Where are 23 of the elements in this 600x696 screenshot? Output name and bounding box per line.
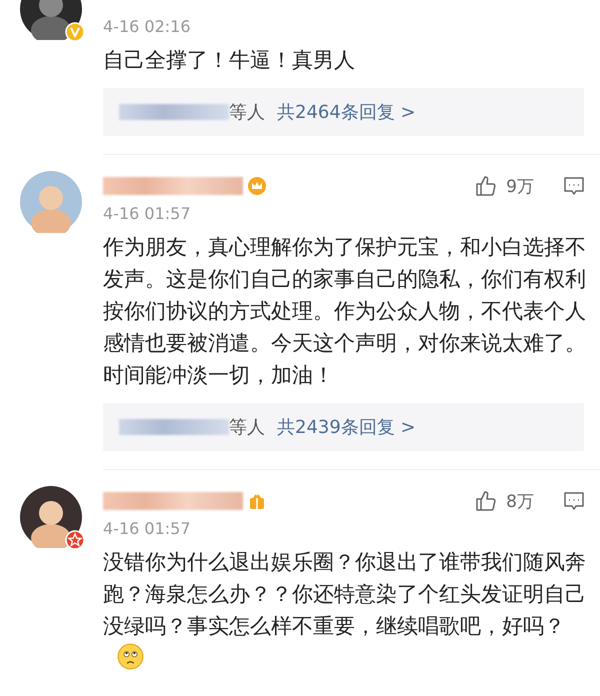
sad-emoji-icon: [117, 643, 144, 670]
star-badge-icon: [65, 530, 85, 550]
thumbs-up-icon: [474, 174, 498, 198]
crown-icon: [247, 176, 267, 196]
comment-text: 作为朋友，真心理解你为了保护元宝，和小白选择不发声。这是你们自己的家事自己的隐私，你们有权利按你们协议的方式处理。作为公众人物，不代表个人感情也要被消遣。今天这个声明，对你来说太难了。时间能冲淡一切，加油！: [103, 234, 587, 389]
comment-text: 没错你为什么退出娱乐圈？你退出了谁带我们随风奔跑？海泉怎么办？？你还特意染了个红头发证明自己没绿吗？事实怎么样不重要，继续唱歌吧，好吗？: [103, 546, 587, 674]
like-button[interactable]: 8万: [474, 489, 534, 513]
others-label: 等人: [229, 101, 265, 124]
comment-time: 4-16 01:57: [103, 518, 192, 540]
reply-count-link[interactable]: 共2464条回复 >: [277, 100, 416, 124]
others-label: 等人: [229, 416, 265, 439]
reply-count-link[interactable]: 共2439条回复 >: [277, 415, 416, 439]
like-count: 8万: [506, 490, 534, 512]
avatar[interactable]: [20, 486, 82, 548]
reply-summary[interactable]: 等人 共2439条回复 >: [103, 403, 584, 451]
thumbs-up-icon: [474, 489, 498, 513]
comment-time: 4-16 02:16: [103, 16, 192, 38]
like-count: 9万: [506, 176, 534, 198]
verified-badge-icon: [65, 22, 85, 42]
comment-time: 4-16 01:57: [103, 203, 192, 225]
like-button[interactable]: 9万: [474, 174, 534, 198]
comment-text: 自己全撑了！牛逼！真男人: [103, 47, 356, 74]
reply-summary[interactable]: 等人 共2464条回复 >: [103, 88, 584, 136]
